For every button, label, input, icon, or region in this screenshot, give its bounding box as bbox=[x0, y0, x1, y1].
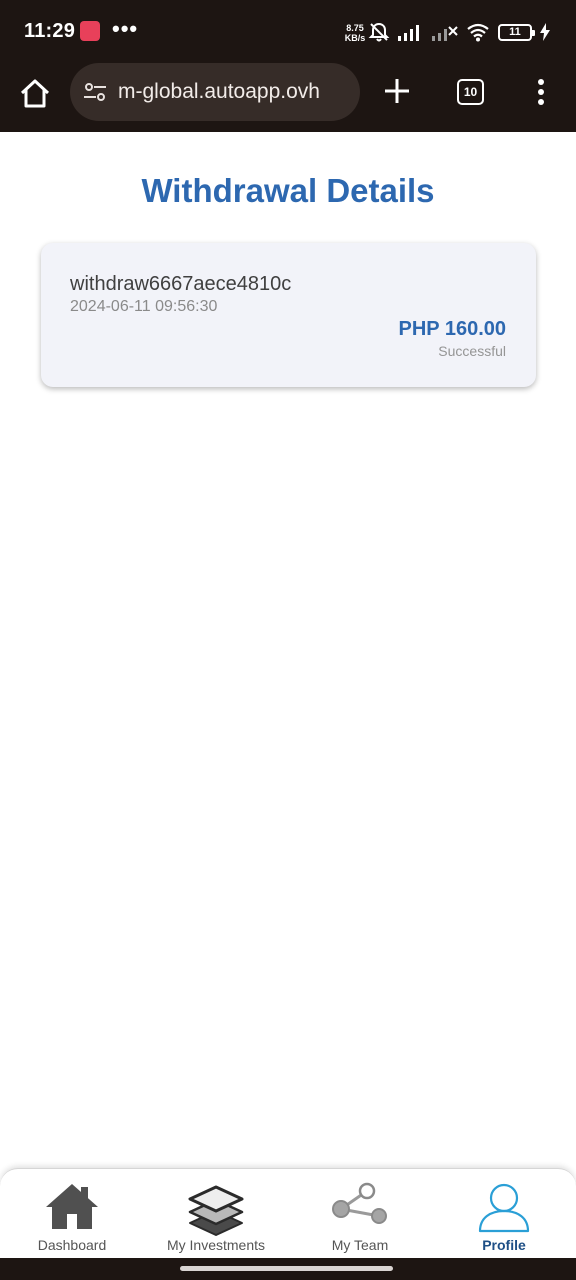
url-text: m-global.autoapp.ovh bbox=[118, 80, 320, 103]
nav-label-profile: Profile bbox=[482, 1237, 526, 1253]
network-speed: 8.75 KB/s bbox=[342, 23, 368, 43]
network-speed-value: 8.75 bbox=[346, 23, 364, 33]
tab-switcher-button[interactable]: 10 bbox=[457, 79, 484, 105]
signal-icon bbox=[398, 25, 419, 41]
network-speed-unit: KB/s bbox=[344, 33, 366, 43]
withdrawal-date: 2024-06-11 09:56:30 bbox=[70, 298, 218, 315]
charging-icon bbox=[540, 23, 550, 41]
user-icon bbox=[478, 1183, 530, 1233]
status-bar: 11:29 ••• 8.75 KB/s 11 bbox=[0, 0, 576, 62]
gesture-area bbox=[0, 1258, 576, 1280]
page-title: Withdrawal Details bbox=[141, 172, 435, 209]
battery-level: 11 bbox=[509, 26, 521, 38]
nav-label-my-investments: My Investments bbox=[166, 1237, 266, 1253]
battery-icon: 11 bbox=[498, 23, 535, 41]
app-notification-icon bbox=[80, 21, 100, 41]
nav-item-my-team[interactable]: My Team bbox=[288, 1169, 432, 1259]
more-notifications-icon: ••• bbox=[112, 16, 139, 41]
nav-label-dashboard: Dashboard bbox=[37, 1237, 107, 1253]
wifi-icon bbox=[467, 23, 489, 42]
bottom-nav: Dashboard My Investments My Team Profile bbox=[0, 1168, 576, 1258]
address-bar[interactable]: m-global.autoapp.ovh bbox=[70, 63, 360, 121]
mute-bell-icon bbox=[368, 22, 390, 42]
screen: 11:29 ••• 8.75 KB/s 11 m-global.autoapp.… bbox=[0, 0, 576, 1280]
withdrawal-card[interactable]: withdraw6667aece4810c 2024-06-11 09:56:3… bbox=[41, 243, 536, 387]
nav-item-profile[interactable]: Profile bbox=[432, 1169, 576, 1259]
home-button[interactable] bbox=[18, 77, 52, 111]
overflow-menu-button[interactable] bbox=[530, 77, 552, 107]
withdrawal-amount: PHP 160.00 bbox=[398, 318, 507, 340]
nav-item-dashboard[interactable]: Dashboard bbox=[0, 1169, 144, 1259]
withdrawal-id: withdraw6667aece4810c bbox=[70, 273, 292, 295]
tab-count: 10 bbox=[463, 85, 478, 99]
status-time: 11:29 bbox=[24, 20, 76, 42]
new-tab-button[interactable] bbox=[382, 76, 412, 106]
status-icons: 11 bbox=[368, 21, 550, 43]
site-settings-icon[interactable] bbox=[82, 79, 108, 105]
withdrawal-status: Successful bbox=[438, 343, 506, 359]
nav-label-my-team: My Team bbox=[331, 1237, 389, 1253]
gesture-handle[interactable] bbox=[180, 1266, 393, 1271]
share-icon bbox=[332, 1182, 387, 1224]
nav-item-my-investments[interactable]: My Investments bbox=[144, 1169, 288, 1259]
signal-no-service-icon bbox=[432, 26, 458, 41]
layers-icon bbox=[188, 1185, 244, 1236]
browser-toolbar: m-global.autoapp.ovh 10 bbox=[0, 62, 576, 132]
home-icon bbox=[46, 1184, 98, 1229]
